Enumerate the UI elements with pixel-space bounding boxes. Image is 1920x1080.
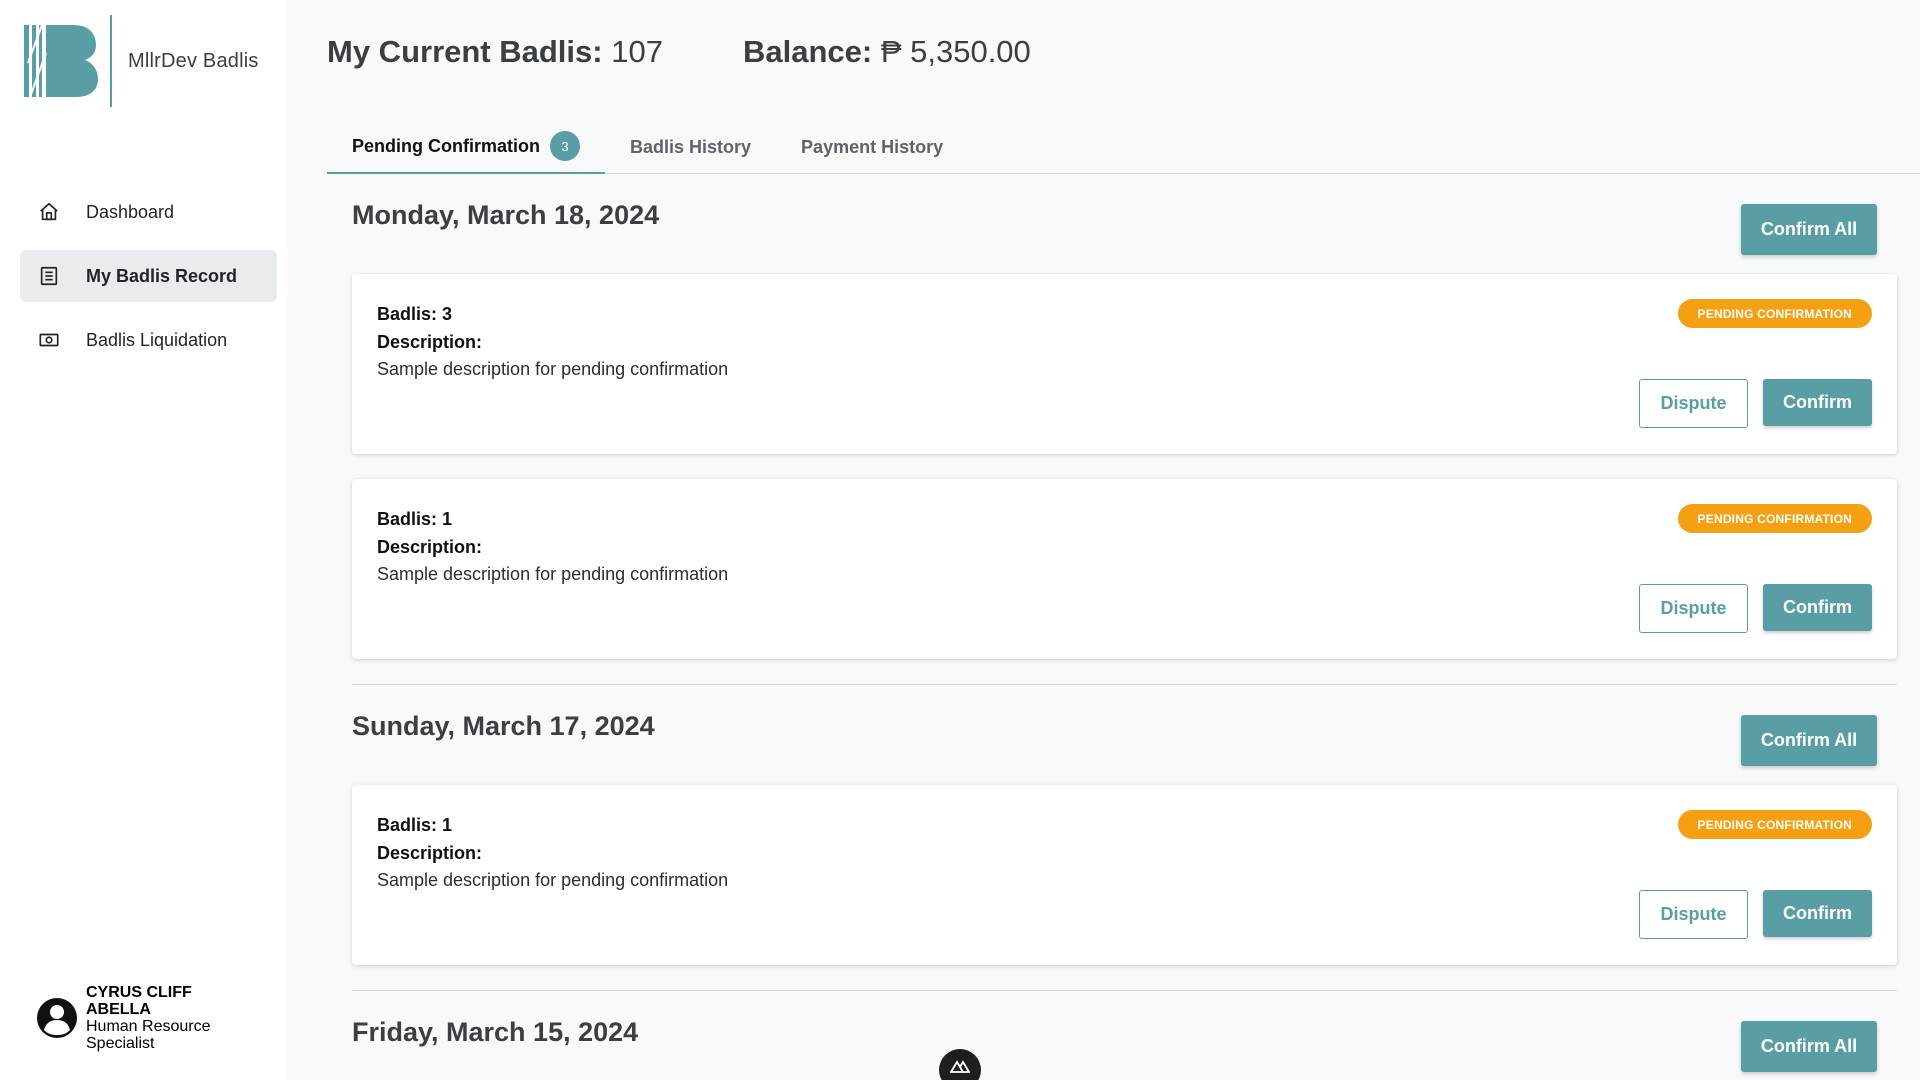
tab-badlis-history[interactable]: Badlis History xyxy=(605,120,776,174)
pending-entry-card: Badlis: 1 Description: Sample descriptio… xyxy=(352,479,1897,659)
confirm-button[interactable]: Confirm xyxy=(1763,890,1872,937)
dispute-button[interactable]: Dispute xyxy=(1639,584,1748,633)
profile-text: CYRUS CLIFF ABELLA Human Resource Specia… xyxy=(86,984,236,1052)
pending-count-badge: 3 xyxy=(550,131,580,161)
card-actions: Dispute Confirm xyxy=(1639,584,1872,633)
cash-icon xyxy=(39,333,59,347)
profile-role: Human Resource Specialist xyxy=(86,1018,211,1052)
confirm-all-button[interactable]: Confirm All xyxy=(1741,203,1877,255)
brand-logo[interactable]: MllrDev Badlis xyxy=(24,14,259,108)
badlis-count: Badlis: 3 xyxy=(377,300,1872,328)
pending-list: Monday, March 18, 2024 Confirm All Badli… xyxy=(352,174,1897,1080)
badlis-label: Badlis: xyxy=(377,815,438,835)
brand-logo-icon xyxy=(24,24,98,98)
current-badlis-stat: My Current Badlis: 107 xyxy=(327,34,663,70)
confirm-all-button[interactable]: Confirm All xyxy=(1741,714,1877,766)
status-badge: PENDING CONFIRMATION xyxy=(1677,810,1872,839)
day-date: Friday, March 15, 2024 xyxy=(352,1016,639,1047)
avatar-icon xyxy=(37,998,77,1038)
badlis-count: Badlis: 1 xyxy=(377,505,1872,533)
balance-label: Balance: xyxy=(742,34,873,69)
description-label: Description: xyxy=(377,537,483,557)
sidebar-item-dashboard[interactable]: Dashboard xyxy=(20,186,277,238)
current-badlis-label: My Current Badlis: xyxy=(327,34,603,69)
sidebar-item-my-badlis-record[interactable]: My Badlis Record xyxy=(20,250,277,302)
sidebar-item-label: Badlis Liquidation xyxy=(86,329,228,350)
sidebar-item-label: My Badlis Record xyxy=(86,265,238,286)
card-actions: Dispute Confirm xyxy=(1639,379,1872,428)
main-content: My Current Badlis: 107 Balance: ₱ 5,350.… xyxy=(287,0,1920,1080)
day-group: Monday, March 18, 2024 Confirm All Badli… xyxy=(352,174,1897,685)
balance-value: ₱ 5,350.00 xyxy=(880,34,1031,69)
day-date: Sunday, March 17, 2024 xyxy=(352,710,655,741)
logo-divider xyxy=(110,15,112,107)
user-profile[interactable]: CYRUS CLIFF ABELLA Human Resource Specia… xyxy=(36,984,236,1052)
nuxt-logo-icon xyxy=(950,1060,970,1073)
confirm-all-button[interactable]: Confirm All xyxy=(1741,1020,1877,1072)
description-label: Description: xyxy=(377,332,483,352)
badlis-value: 1 xyxy=(442,509,453,529)
tab-label: Payment History xyxy=(801,136,944,157)
confirm-button[interactable]: Confirm xyxy=(1763,584,1872,631)
status-badge: PENDING CONFIRMATION xyxy=(1677,299,1872,328)
description-label: Description: xyxy=(377,843,483,863)
current-badlis-value: 107 xyxy=(611,34,663,69)
status-badge: PENDING CONFIRMATION xyxy=(1677,504,1872,533)
tab-bar: Pending Confirmation 3 Badlis History Pa… xyxy=(327,120,1920,174)
home-icon xyxy=(40,202,58,221)
pending-entry-card: Badlis: 3 Description: Sample descriptio… xyxy=(352,274,1897,454)
balance-stat: Balance: ₱ 5,350.00 xyxy=(743,34,1031,70)
day-date: Monday, March 18, 2024 xyxy=(352,199,660,230)
badlis-value: 1 xyxy=(442,815,453,835)
dispute-button[interactable]: Dispute xyxy=(1639,379,1748,428)
dispute-button[interactable]: Dispute xyxy=(1639,890,1748,939)
tab-label: Badlis History xyxy=(630,136,752,157)
day-header: Monday, March 18, 2024 Confirm All xyxy=(352,174,1897,274)
sidebar: MllrDev Badlis Dashboard My Badlis Recor… xyxy=(0,0,287,1080)
document-icon xyxy=(40,266,58,286)
sidebar-item-label: Dashboard xyxy=(86,201,175,222)
day-header: Sunday, March 17, 2024 Confirm All xyxy=(352,685,1897,785)
day-group: Sunday, March 17, 2024 Confirm All Badli… xyxy=(352,685,1897,991)
tab-payment-history[interactable]: Payment History xyxy=(776,120,968,174)
badlis-count: Badlis: 1 xyxy=(377,811,1872,839)
sidebar-item-badlis-liquidation[interactable]: Badlis Liquidation xyxy=(20,314,277,366)
badlis-label: Badlis: xyxy=(377,304,438,324)
day-group: Friday, March 15, 2024 Confirm All xyxy=(352,991,1897,1080)
tab-label: Pending Confirmation xyxy=(352,135,540,156)
tab-pending-confirmation[interactable]: Pending Confirmation 3 xyxy=(327,120,605,174)
pending-entry-card: Badlis: 1 Description: Sample descriptio… xyxy=(352,785,1897,965)
brand-name: MllrDev Badlis xyxy=(128,49,259,72)
stats-bar: My Current Badlis: 107 Balance: ₱ 5,350.… xyxy=(327,34,1111,70)
card-actions: Dispute Confirm xyxy=(1639,890,1872,939)
sidebar-nav: Dashboard My Badlis Record Badlis Liquid… xyxy=(20,186,277,378)
day-header: Friday, March 15, 2024 Confirm All xyxy=(352,991,1897,1080)
profile-name: CYRUS CLIFF ABELLA xyxy=(86,984,192,1018)
badlis-label: Badlis: xyxy=(377,509,438,529)
confirm-button[interactable]: Confirm xyxy=(1763,379,1872,426)
badlis-value: 3 xyxy=(442,304,453,324)
